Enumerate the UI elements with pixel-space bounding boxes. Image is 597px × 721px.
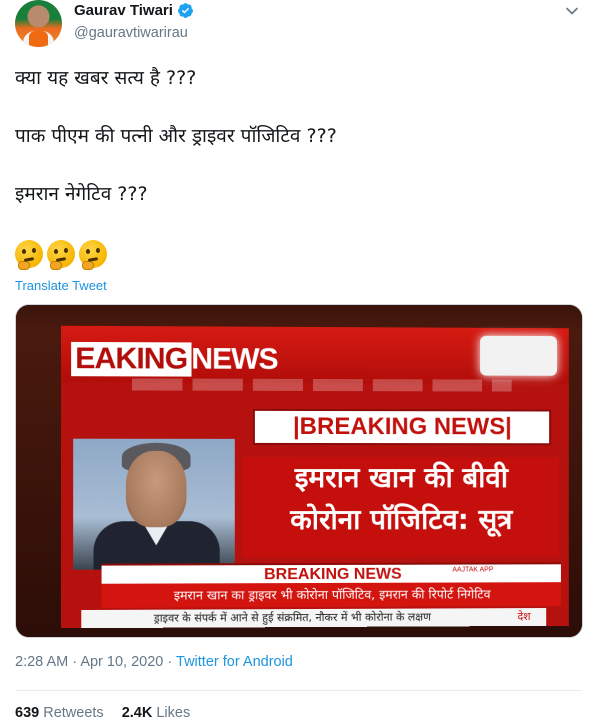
tweet-meta: 2:28 AM · Apr 10, 2020 · Twitter for And… [15, 654, 293, 670]
thinking-face-icon [47, 240, 75, 270]
retweets-count: 639 [15, 705, 40, 721]
tweet-media-image[interactable]: EAKING NEWS |BREAKING NEWS| इमरान खान की … [15, 304, 583, 638]
divider [15, 690, 582, 691]
headline-line: कोरोना पॉजिटिव: सूत्र [290, 502, 513, 537]
meta-separator: · [72, 654, 78, 670]
tweet-line: इमरान नेगेटिव ??? [15, 183, 148, 205]
author-display-name-row[interactable]: Gaurav Tiwari [74, 2, 194, 19]
verified-badge-icon [177, 3, 193, 18]
news-photo [73, 438, 235, 570]
avatar[interactable] [15, 0, 62, 47]
ticker-section: देश [501, 608, 547, 627]
tweet-line: क्या यह खबर सत्य है ??? [15, 67, 197, 89]
tweet-time[interactable]: 2:28 AM [15, 654, 68, 670]
author-display-name[interactable]: Gaurav Tiwari [74, 2, 173, 19]
tweet-stats: 639 Retweets 2.4K Likes [15, 705, 190, 721]
emoji-hand [82, 261, 94, 270]
likes-label: Likes [156, 705, 191, 721]
meta-separator: · [167, 654, 173, 670]
translate-tweet-link[interactable]: Translate Tweet [15, 278, 107, 293]
banner-right: NEWS [191, 342, 278, 376]
likes-stat[interactable]: 2.4K Likes [122, 705, 191, 721]
breaking-news-box: |BREAKING NEWS| [252, 408, 552, 446]
tweet-source-link[interactable]: Twitter for Android [176, 654, 293, 670]
dim-headlines-row [131, 378, 512, 392]
retweets-label: Retweets [43, 705, 104, 721]
thinking-face-icon [79, 240, 107, 270]
author-block[interactable]: Gaurav Tiwari @gauravtiwarirau [74, 2, 194, 41]
likes-count: 2.4K [121, 705, 153, 721]
thinking-face-icon [15, 240, 43, 270]
ticker-main: इमरान खान का ड्राइवर भी कोरोना पॉजिटिव, … [101, 582, 561, 608]
headline-line: इमरान खान की बीवी [294, 460, 508, 495]
banner-left: EAKING [71, 341, 192, 377]
chevron-down-icon[interactable] [565, 4, 579, 18]
emoji-hand [18, 261, 30, 270]
tweet-line: पाक पीएम की पत्नी और ड्राइवर पॉजिटिव ??? [15, 125, 337, 147]
tv-screen: EAKING NEWS |BREAKING NEWS| इमरान खान की … [60, 325, 569, 629]
emoji-row [15, 240, 107, 270]
photo-face [125, 450, 187, 528]
tweet-date[interactable]: Apr 10, 2020 [80, 654, 163, 670]
emoji-hand [50, 261, 62, 270]
tweet-text: क्या यह खबर सत्य है ??? पाक पीएम की पत्न… [15, 64, 575, 238]
retweets-stat[interactable]: 639 Retweets [15, 705, 104, 721]
news-headline: इमरान खान की बीवी कोरोना पॉजिटिव: सूत्र [242, 456, 559, 558]
channel-logo [480, 335, 558, 376]
avatar-scarf [29, 31, 48, 47]
channel-tag: AAJTAK APP [452, 566, 494, 574]
ticker-sub: ड्राइवर के संपर्क में आने से हुई संक्रमि… [81, 608, 502, 629]
tweet-header: Gaurav Tiwari @gauravtiwarirau [15, 0, 585, 50]
news-top-strip: EAKING NEWS [60, 325, 569, 384]
breaking-banner: EAKING NEWS [71, 341, 278, 377]
author-handle[interactable]: @gauravtiwarirau [74, 25, 194, 41]
